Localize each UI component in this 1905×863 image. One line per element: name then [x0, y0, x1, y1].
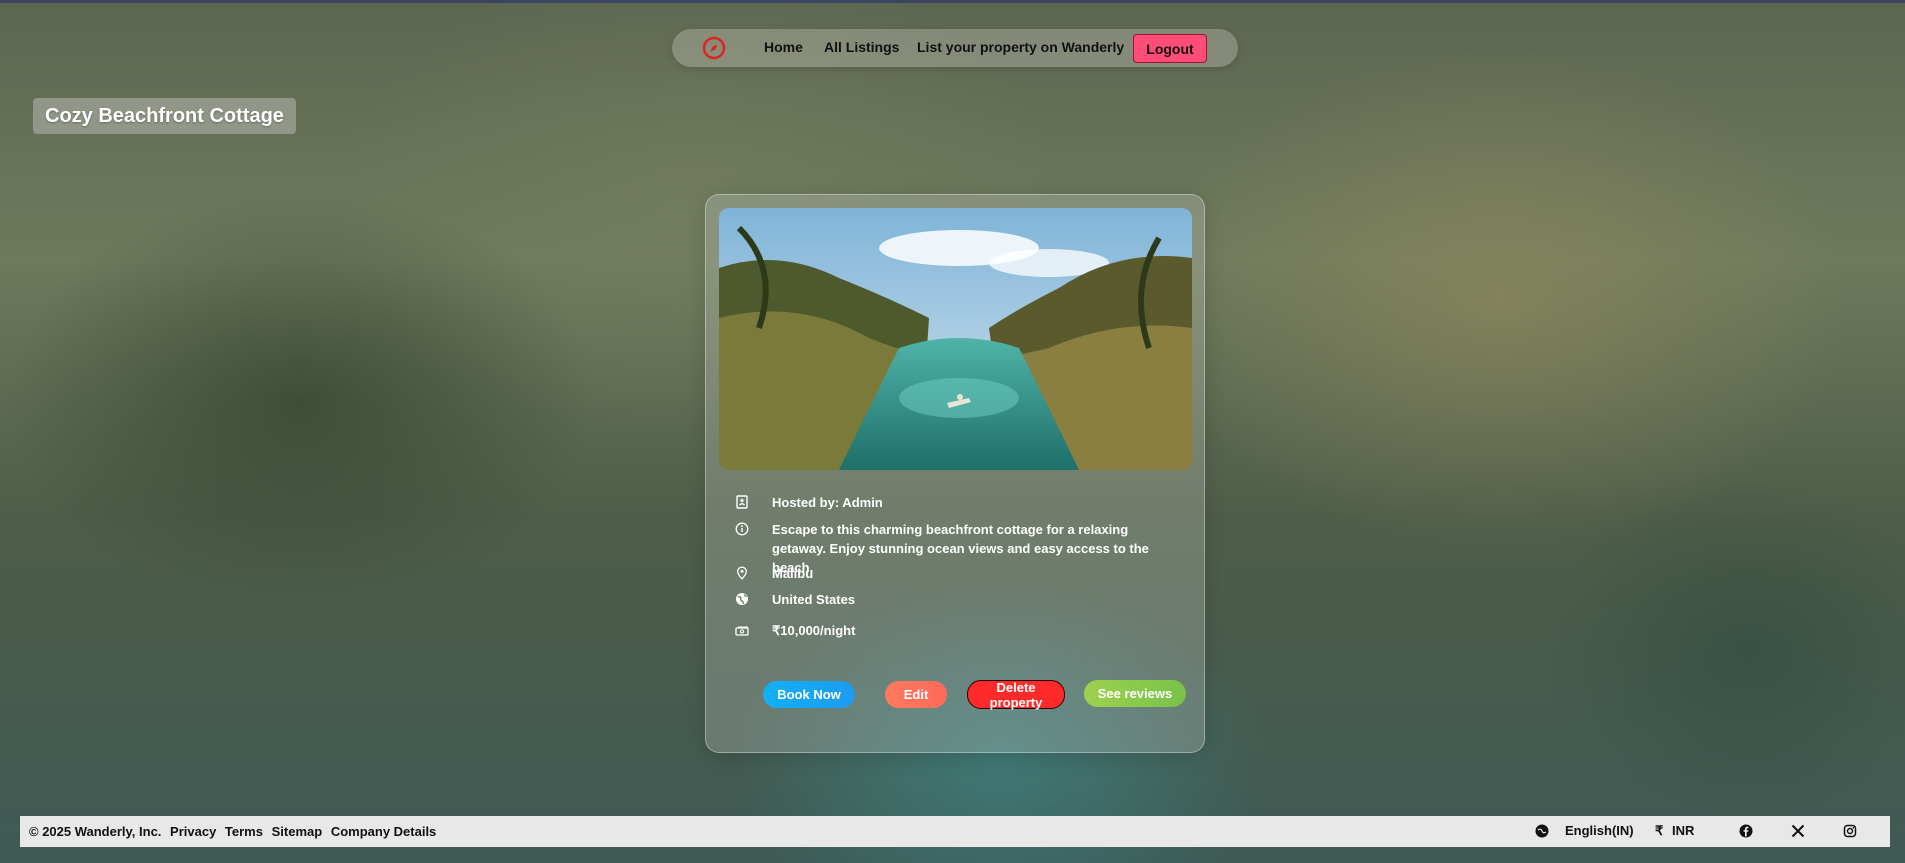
country-text: United States	[772, 592, 856, 607]
language-selector[interactable]: English(IN)	[1565, 823, 1634, 838]
edit-button[interactable]: Edit	[885, 681, 947, 708]
globe-icon	[736, 593, 748, 605]
x-icon[interactable]	[1791, 824, 1805, 838]
nav-link-all-listings[interactable]: All Listings	[824, 39, 899, 55]
copyright-text: © 2025 Wanderly, Inc.	[29, 824, 162, 839]
instagram-icon[interactable]	[1843, 824, 1857, 838]
language-globe-icon[interactable]	[1535, 824, 1549, 838]
see-reviews-button[interactable]: See reviews	[1084, 680, 1186, 707]
info-icon	[735, 522, 749, 536]
delete-property-button[interactable]: Delete property	[967, 680, 1065, 710]
navbar: Home All Listings List your property on …	[672, 29, 1238, 67]
currency-symbol: ₹	[1655, 823, 1664, 838]
money-icon	[735, 626, 749, 636]
currency-selector[interactable]: INR	[1672, 823, 1694, 838]
footer-link-terms[interactable]: Terms	[225, 824, 263, 839]
footer-link-company-details[interactable]: Company Details	[331, 824, 436, 839]
footer-link-sitemap[interactable]: Sitemap	[272, 824, 323, 839]
hosted-by-text: Hosted by: Admin	[772, 495, 883, 510]
book-now-button[interactable]: Book Now	[763, 681, 855, 708]
listing-card: Hosted by: Admin Escape to this charming…	[705, 194, 1205, 753]
facebook-icon[interactable]	[1739, 824, 1753, 838]
top-border	[0, 0, 1905, 3]
location-pin-icon	[737, 566, 747, 580]
footer-link-privacy[interactable]: Privacy	[170, 824, 216, 839]
footer: © 2025 Wanderly, Inc. Privacy Terms Site…	[20, 816, 1890, 847]
compass-icon[interactable]	[702, 36, 726, 60]
listing-image	[719, 208, 1192, 470]
host-icon	[736, 495, 748, 509]
location-text: Malibu	[772, 566, 814, 581]
price-text: ₹10,000/night	[772, 623, 856, 638]
footer-left: © 2025 Wanderly, Inc. Privacy Terms Site…	[29, 824, 441, 839]
page-title: Cozy Beachfront Cottage	[33, 98, 296, 134]
nav-link-list-property[interactable]: List your property on Wanderly	[917, 39, 1124, 55]
nav-link-home[interactable]: Home	[764, 39, 803, 55]
logout-button[interactable]: Logout	[1133, 34, 1207, 63]
